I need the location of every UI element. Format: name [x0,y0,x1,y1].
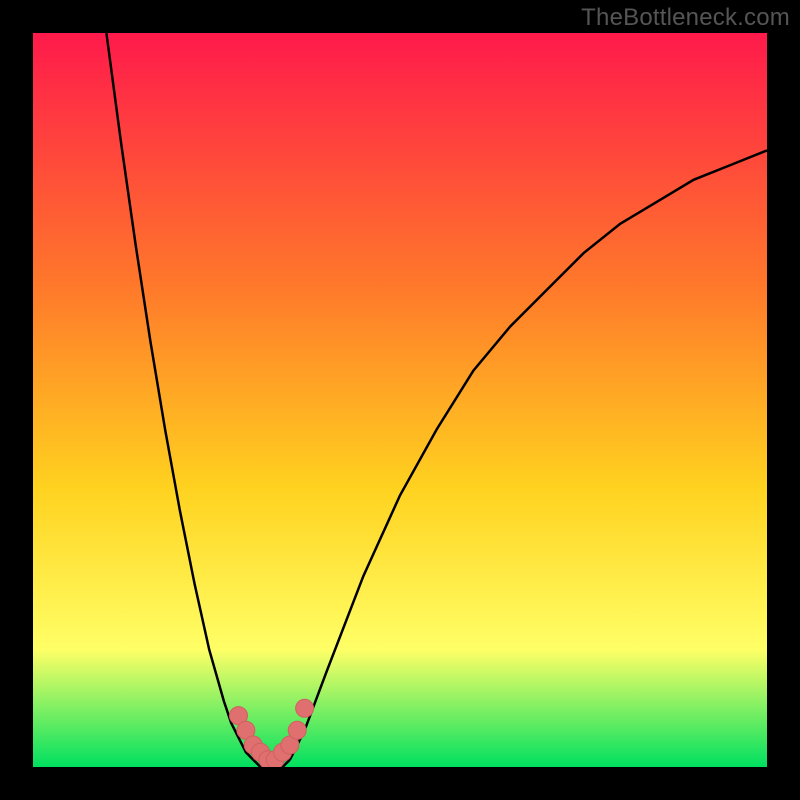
gradient-bg [33,33,767,767]
valley-dot [296,699,314,717]
plot-area [33,33,767,767]
outer-frame: TheBottleneck.com [0,0,800,800]
valley-dot [288,721,306,739]
chart-svg [33,33,767,767]
watermark: TheBottleneck.com [581,4,790,32]
